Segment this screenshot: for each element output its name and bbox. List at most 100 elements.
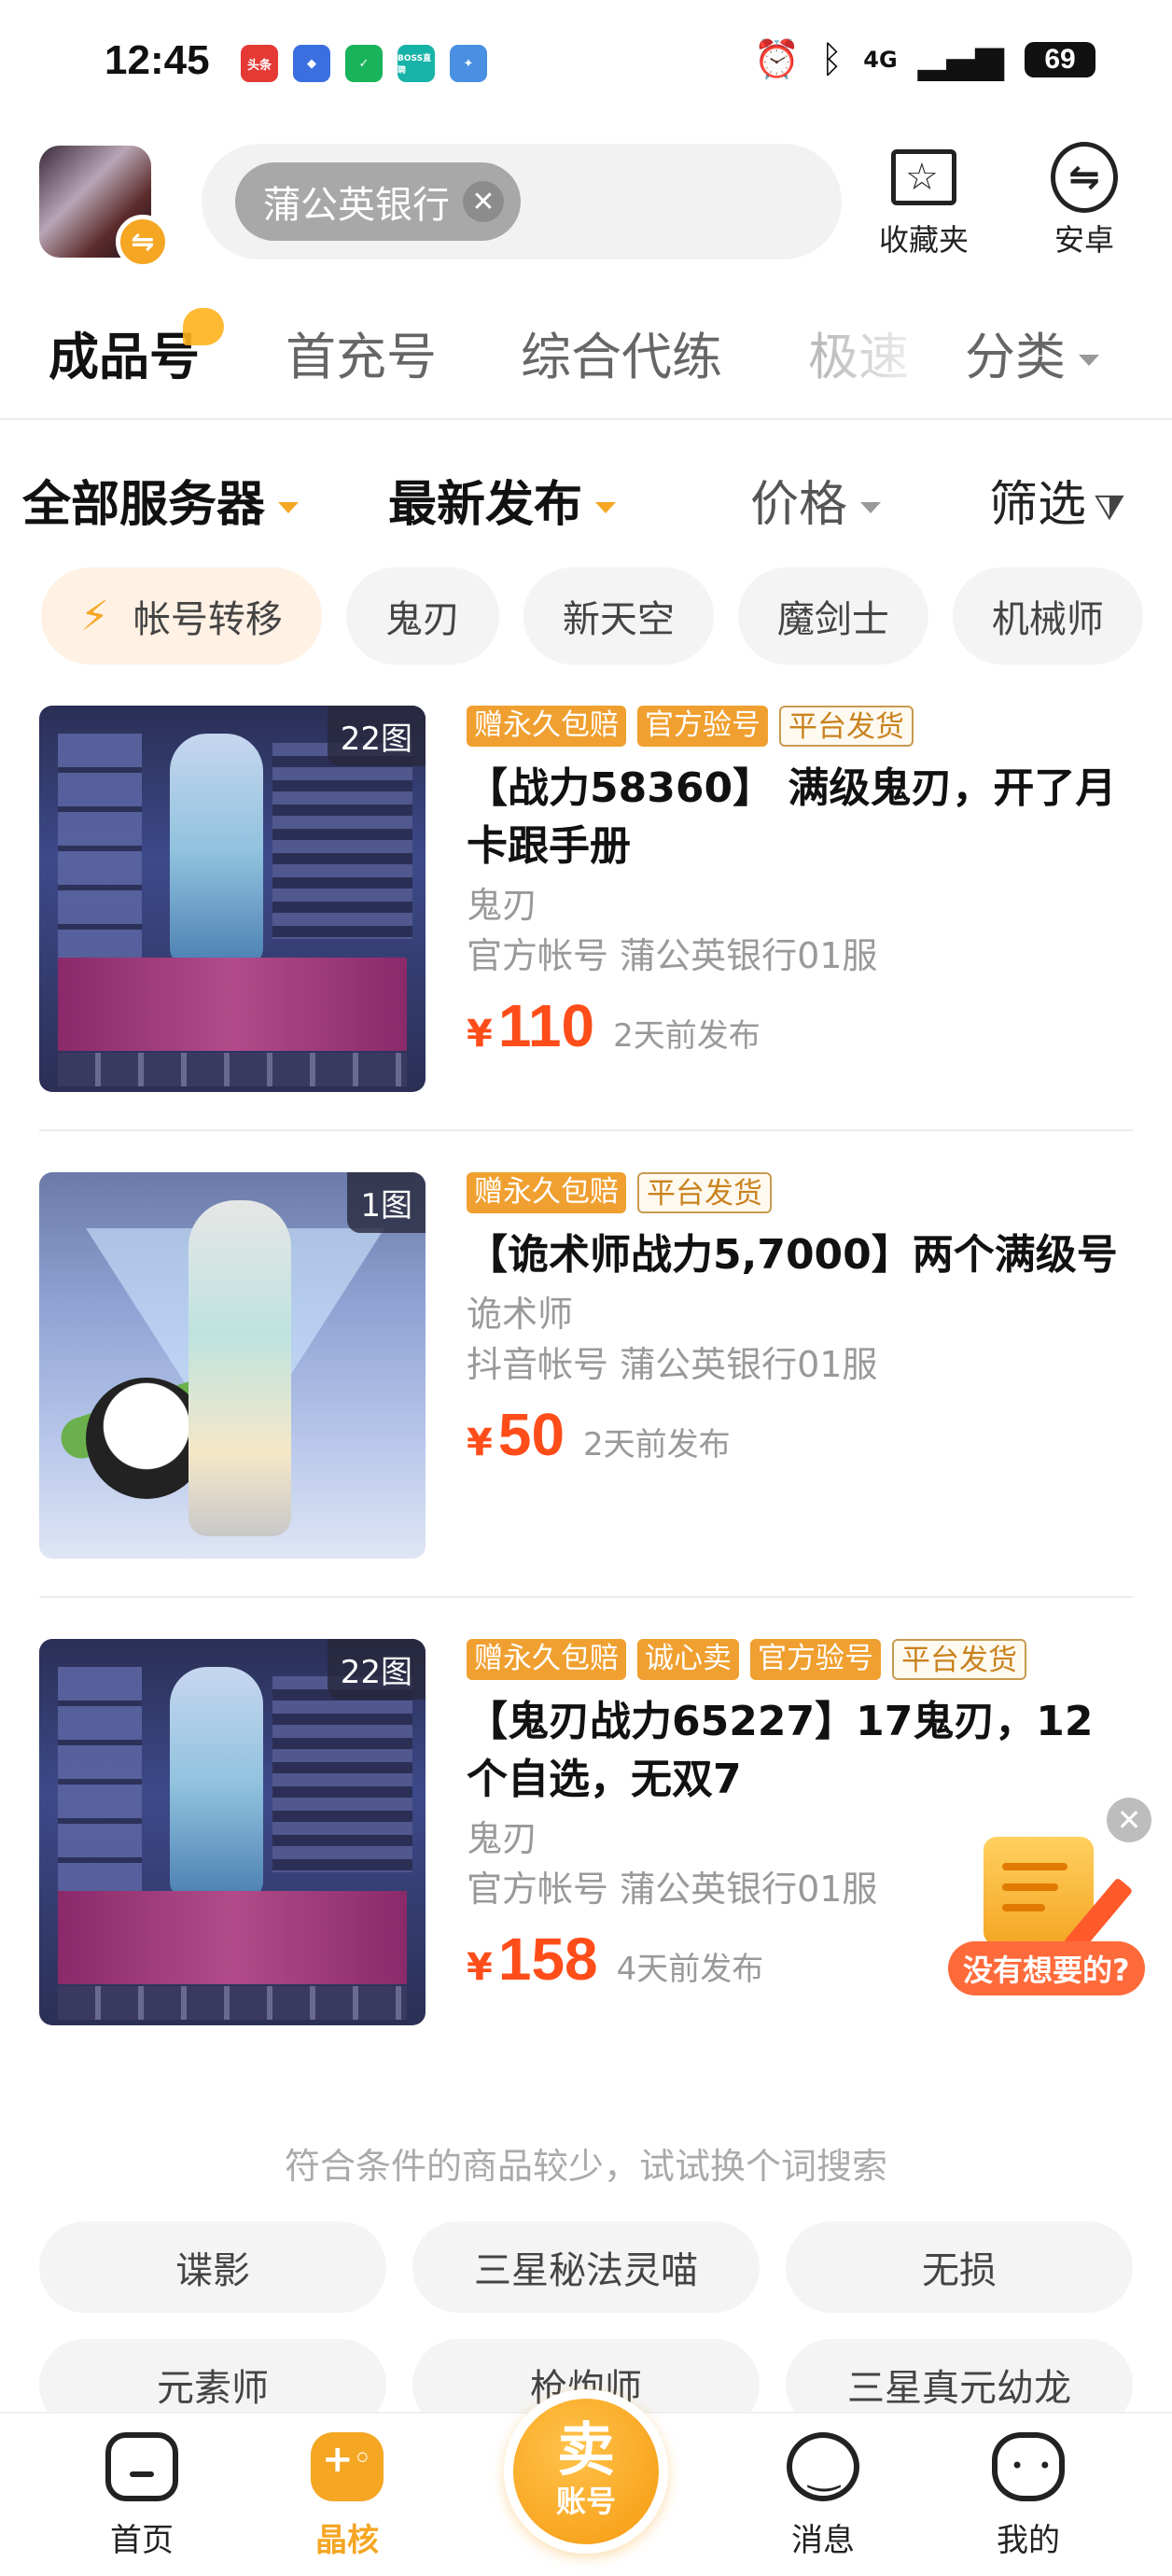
tab-power-leveling[interactable]: 综合代练: [521, 315, 722, 389]
nav-game[interactable]: 晶核: [272, 2432, 422, 2560]
shield-app-icon: ✓: [345, 45, 383, 82]
price-row: ¥ 50 2天前发布: [467, 1400, 1133, 1469]
game-avatar[interactable]: ⇋: [39, 146, 170, 269]
chip-magic-swordsman[interactable]: 魔剑士: [737, 567, 928, 665]
swap-platform-icon: ⇋: [1051, 142, 1118, 213]
top-header: ⇋ 蒲公英银行 ✕ 收藏夹 ⇋ 安卓: [0, 140, 1172, 269]
tag-badge: 赠永久包赔: [467, 1172, 626, 1213]
server-filter[interactable]: 全部服务器: [22, 465, 300, 535]
nav-messages[interactable]: 消息: [748, 2432, 898, 2560]
tag-badge: 官方验号: [637, 706, 768, 747]
chip-new-sky[interactable]: 新天空: [523, 567, 714, 665]
listing-tags: 赠永久包赔 平台发货: [467, 1172, 1133, 1213]
bluetooth-icon: ᛒ: [820, 38, 844, 81]
suggestion-chip[interactable]: 谍影: [39, 2221, 386, 2313]
listing-thumbnail[interactable]: 1图: [39, 1172, 426, 1559]
doc-line: [1002, 1863, 1067, 1870]
screenshot-character: [170, 734, 263, 967]
tab-finished-accounts[interactable]: 成品号: [49, 308, 224, 389]
search-bar[interactable]: 蒲公英银行 ✕: [202, 144, 842, 259]
filter-label: 筛选: [989, 477, 1087, 533]
star-folder-icon: [891, 149, 956, 205]
nav-home[interactable]: 首页: [67, 2432, 216, 2560]
screenshot-items: [58, 1986, 407, 2020]
status-time: 12:45: [105, 37, 210, 83]
nav-game-label: 晶核: [315, 2522, 379, 2559]
chip-mechanic[interactable]: 机械师: [952, 567, 1143, 665]
listing-price: 158: [497, 1925, 598, 1993]
search-keyword-text: 蒲公英银行: [263, 184, 450, 227]
chip-account-transfer[interactable]: ⚡ 帐号转移: [41, 567, 322, 665]
listing-title: 【诡术师战力5,7000】两个满级号: [467, 1231, 1118, 1279]
request-document-icon[interactable]: [984, 1837, 1134, 1955]
listing-posted: 2天前发布: [583, 1426, 731, 1463]
tag-badge: 官方验号: [750, 1639, 881, 1680]
feather-app-icon: ✦: [450, 45, 487, 82]
clear-keyword-icon[interactable]: ✕: [463, 181, 504, 222]
listing-title: 【战力58360】 满级鬼刃，开了月卡跟手册: [467, 764, 1117, 870]
home-icon: [105, 2432, 178, 2501]
divider: [39, 1129, 1133, 1131]
nav-home-label: 首页: [110, 2522, 174, 2559]
listing-price: 110: [497, 992, 595, 1059]
listing-item[interactable]: 1图 赠永久包赔 平台发货 【诡术师战力5,7000】两个满级号 诡术师 抖音帐…: [39, 1172, 1133, 1564]
listing-price: 50: [497, 1401, 565, 1468]
screenshot-inventory: [58, 1667, 142, 1891]
platform-label: 安卓: [1053, 222, 1114, 258]
tag-badge: 平台发货: [892, 1639, 1026, 1680]
tab-first-recharge[interactable]: 首充号: [286, 315, 437, 389]
tag-badge: 平台发货: [637, 1172, 772, 1213]
quick-filter-chips: ⚡ 帐号转移 鬼刃 新天空 魔剑士 机械师: [41, 567, 1172, 665]
search-keyword-chip[interactable]: 蒲公英银行 ✕: [235, 162, 521, 241]
listing-posted: 4天前发布: [616, 1951, 764, 1988]
nav-profile[interactable]: 我的: [954, 2432, 1103, 2560]
nav-profile-label: 我的: [997, 2522, 1060, 2559]
tab-highlight-badge: [183, 308, 224, 345]
listing-thumbnail[interactable]: 22图: [39, 706, 426, 1092]
image-count-badge: 22图: [327, 706, 426, 766]
close-helper-icon[interactable]: ✕: [1107, 1798, 1151, 1842]
tab-label: 成品号: [49, 328, 200, 386]
currency-symbol: ¥: [467, 1946, 493, 1989]
sell-label-sub: 账号: [555, 2484, 616, 2519]
switch-game-icon[interactable]: ⇋: [116, 215, 170, 269]
cat-face-icon: [992, 2432, 1065, 2501]
price-sort[interactable]: 价格: [750, 465, 882, 535]
chip-ghost-blade[interactable]: 鬼刃: [345, 567, 499, 665]
tabs-fade-overlay: [821, 299, 942, 401]
status-app-icons: 头条 ◆ ✓ BOSS直聘 ✦: [241, 45, 487, 82]
tab-label: 分类: [965, 328, 1066, 386]
listing-tags: 赠永久包赔 诚心卖 官方验号 平台发货: [467, 1639, 1133, 1680]
listing-item[interactable]: 22图 赠永久包赔 官方验号 平台发货 【战力58360】 满级鬼刃，开了月卡跟…: [39, 706, 1133, 1098]
suggestion-chip[interactable]: 无损: [786, 2221, 1133, 2313]
sort-order-label: 最新发布: [388, 477, 583, 533]
server-filter-label: 全部服务器: [22, 477, 266, 533]
filter-button[interactable]: 筛选 ⧩: [989, 465, 1125, 535]
status-system-icons: ⏰ ᛒ 4G ▂▄▆ 69: [753, 41, 1095, 78]
suggestion-chip[interactable]: 三星秘法灵喵: [412, 2221, 760, 2313]
request-helper-button[interactable]: 没有想要的?: [948, 1941, 1145, 1995]
chevron-down-icon: [1079, 355, 1099, 367]
listing-thumbnail[interactable]: 22图: [39, 1639, 426, 2025]
favorites-button[interactable]: 收藏夹: [868, 147, 980, 259]
screenshot-stats: [272, 1676, 412, 1872]
chip-label: 帐号转移: [133, 598, 283, 641]
sort-order[interactable]: 最新发布: [388, 465, 617, 535]
listing-title: 【鬼刃战力65227】17鬼刃，12个自选，无双7: [467, 1698, 1094, 1803]
signal-icon: ▂▄▆: [917, 38, 1004, 81]
divider: [0, 418, 1172, 420]
screenshot-inventory: [58, 734, 142, 958]
status-bar: 12:45 头条 ◆ ✓ BOSS直聘 ✦ ⏰ ᛒ 4G ▂▄▆ 69: [0, 0, 1172, 131]
doc-line: [1002, 1883, 1058, 1891]
network-type-label: 4G: [863, 47, 898, 73]
screenshot-character: [170, 1667, 263, 1900]
listing-class: 诡术师: [467, 1294, 574, 1335]
listing-info: 赠永久包赔 平台发货 【诡术师战力5,7000】两个满级号 诡术师 抖音帐号 蒲…: [467, 1172, 1133, 1469]
sell-label-main: 卖: [556, 2415, 615, 2484]
platform-switch-button[interactable]: ⇋ 安卓: [1028, 142, 1140, 259]
chevron-down-icon: [595, 502, 617, 513]
tab-categories[interactable]: 分类: [965, 315, 1099, 389]
chat-bubble-icon: [787, 2432, 859, 2501]
sell-account-button[interactable]: 卖 账号: [504, 2389, 668, 2554]
suggestion-hint: 符合条件的商品较少，试试换个词搜索: [284, 2146, 887, 2187]
